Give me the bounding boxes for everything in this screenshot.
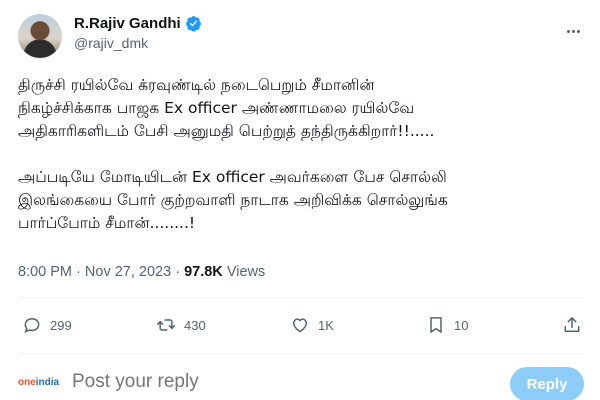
author-name-row: R.Rajiv Gandhi <box>74 15 202 32</box>
action-bar: 299 430 1K 10 <box>18 307 584 343</box>
tweet-time[interactable]: 8:00 PM <box>18 264 72 280</box>
reply-input[interactable] <box>72 371 432 393</box>
retweet-button[interactable]: 430 <box>156 307 206 343</box>
like-count: 1K <box>318 317 334 333</box>
tweet-date[interactable]: Nov 27, 2023 <box>85 264 171 280</box>
reply-icon <box>24 317 40 334</box>
meta-separator: · <box>175 264 181 280</box>
tweet-line: அதிகாரிகளிடம் பேசி அனுமதி பெற்றுத் தந்தி… <box>18 122 435 140</box>
heart-icon <box>293 318 307 333</box>
views-count: 97.8K <box>184 264 223 280</box>
bookmark-count: 10 <box>454 317 469 333</box>
divider <box>18 353 584 354</box>
reply-submit-button[interactable]: Reply <box>510 367 584 400</box>
tweet-line: இலங்கையை போர் குற்றவாளி நாடாக அறிவிக்க ச… <box>18 191 448 209</box>
verified-badge-icon <box>185 16 201 32</box>
tweet-meta: 8:00 PM · Nov 27, 2023 · 97.8K Views <box>18 264 265 280</box>
like-button[interactable]: 1K <box>290 307 334 343</box>
author-handle[interactable]: @rajiv_dmk <box>74 35 202 51</box>
author-name[interactable]: R.Rajiv Gandhi <box>74 15 181 32</box>
retweet-count: 430 <box>184 317 206 333</box>
tweet-header: R.Rajiv Gandhi @rajiv_dmk <box>18 14 584 64</box>
meta-separator: · <box>76 264 81 280</box>
tweet-line: நிகழ்ச்சிக்காக பாஜக Ex officer அண்ணாமலை … <box>18 99 415 117</box>
author-info: R.Rajiv Gandhi @rajiv_dmk <box>74 15 202 51</box>
views-label: Views <box>226 264 266 280</box>
divider <box>18 297 584 298</box>
reply-count: 299 <box>50 317 72 333</box>
reply-composer: oneindia Reply <box>18 363 584 400</box>
bookmark-icon <box>430 317 442 333</box>
oneindia-logo: one india <box>18 376 60 388</box>
reply-button[interactable]: 299 <box>22 307 72 343</box>
tweet-text: திருச்சி ரயில்வே க்ரவுண்டில் நடைபெறும் ச… <box>18 74 584 235</box>
bookmark-button[interactable]: 10 <box>426 307 468 343</box>
retweet-icon <box>156 319 176 331</box>
tweet-line: அப்படியே மோடியிடன் Ex officer அவர்களை பே… <box>18 168 447 186</box>
more-options-icon[interactable] <box>562 22 584 40</box>
author-avatar[interactable] <box>18 14 62 58</box>
tweet-line: திருச்சி ரயில்வே க்ரவுண்டில் நடைபெறும் ச… <box>18 76 375 94</box>
share-icon <box>564 317 580 332</box>
share-button[interactable] <box>562 307 582 343</box>
tweet-line: பார்ப்போம் சீமான்........! <box>18 214 196 232</box>
